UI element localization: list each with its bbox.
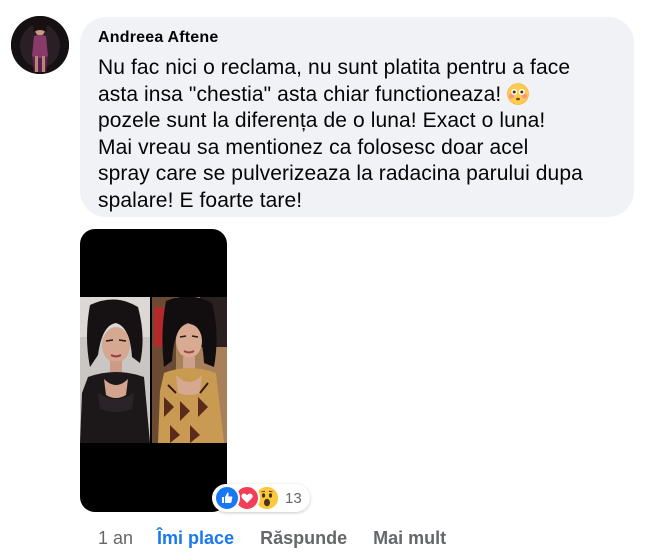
more-button[interactable]: Mai mult <box>373 528 446 549</box>
profile-photo <box>11 16 69 74</box>
before-after-collage <box>80 297 227 443</box>
attached-photo[interactable] <box>80 229 227 512</box>
reply-button[interactable]: Răspunde <box>260 528 347 549</box>
comment-line: Mai vreau sa mentionez ca folosesc doar … <box>98 135 529 159</box>
comment-line: spalare! E foarte tare! <box>98 188 303 212</box>
comment-author[interactable]: Andreea Aftene <box>98 27 618 49</box>
comment-line-with-emoji: asta insa "chestia" asta chiar functione… <box>98 82 618 109</box>
timestamp[interactable]: 1 an <box>98 528 133 549</box>
comment-line: asta insa "chestia" asta chiar functione… <box>98 82 502 106</box>
reactions-summary[interactable]: 13 <box>212 484 310 512</box>
comment-bubble: Andreea Aftene Nu fac nici o reclama, nu… <box>80 17 634 217</box>
flushed-face-icon <box>507 82 530 105</box>
comment-thread: Andreea Aftene Nu fac nici o reclama, nu… <box>0 0 650 559</box>
comment-body: Nu fac nici o reclama, nu sunt platita p… <box>98 55 618 214</box>
comment-actions: 1 an Îmi place Răspunde Mai mult <box>98 528 446 549</box>
like-button[interactable]: Îmi place <box>157 528 234 549</box>
reaction-count: 13 <box>285 489 302 507</box>
comment-line: spray care se pulverizeaza la radacina p… <box>98 162 583 185</box>
comment-line: Nu fac nici o reclama, nu sunt platita p… <box>98 56 571 79</box>
like-icon <box>214 485 240 511</box>
avatar[interactable] <box>11 16 69 74</box>
comment-line: pozele sunt la diferența de o luna! Exac… <box>98 109 546 132</box>
